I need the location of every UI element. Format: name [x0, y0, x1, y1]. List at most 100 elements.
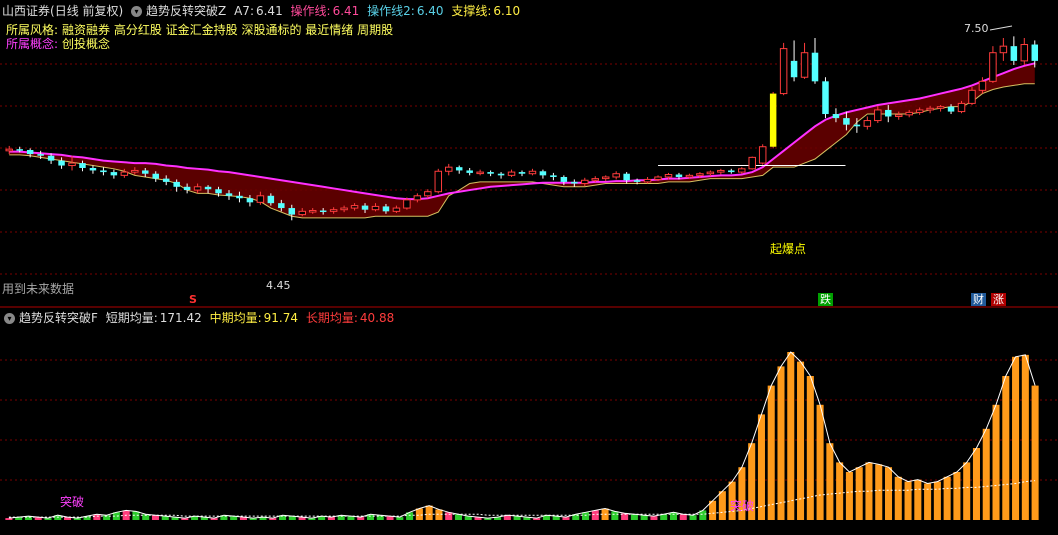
candle-body	[434, 170, 443, 193]
volume-bar	[415, 508, 423, 520]
candle-body	[110, 172, 118, 176]
candle-body	[16, 149, 23, 151]
candle-body	[507, 171, 516, 176]
volume-bar	[425, 505, 433, 520]
candle-body	[100, 170, 107, 173]
candle-body	[120, 171, 129, 176]
style-label: 所属风格:	[6, 23, 59, 37]
trend-cloud	[9, 63, 1035, 218]
candle-body	[591, 178, 599, 181]
candle-body	[361, 205, 369, 210]
candle-body	[790, 60, 798, 78]
sell-marker: S	[189, 293, 197, 306]
volume-bar	[875, 464, 883, 520]
candle-body	[79, 163, 86, 168]
volume-panel-header: ▾ 趋势反转突破F 短期均量: 171.42 中期均量: 91.74 长期均量: 40.…	[4, 311, 398, 325]
candle-body	[278, 203, 285, 209]
candle-body	[236, 195, 243, 199]
indicator-menu-icon[interactable]: ▾	[131, 6, 143, 17]
a7-label: A7:	[234, 4, 254, 18]
candle-body	[654, 176, 662, 180]
long-label: 长期均量:	[305, 311, 358, 325]
candle-body	[424, 191, 432, 197]
concept-line: 所属概念: 创投概念	[6, 37, 114, 51]
volume-indicator-menu-icon[interactable]: ▾	[4, 313, 15, 324]
volume-bar	[679, 514, 687, 520]
candle-body	[696, 173, 704, 176]
volume-bar	[718, 491, 726, 520]
candle-body	[350, 205, 359, 209]
candle-body	[822, 81, 829, 115]
candle-body	[68, 162, 76, 167]
volume-bar	[669, 512, 678, 520]
candle-body	[758, 146, 767, 164]
candle-body	[539, 171, 547, 176]
stock-chart-window: 山西证券(日线 前复权) ▾ 趋势反转突破Z A7: 6.41 操作线: 6.41 操…	[0, 0, 1058, 535]
volume-bar	[982, 428, 990, 520]
op2-value: 6.40	[416, 4, 444, 18]
candle-body	[497, 173, 505, 176]
candle-body	[256, 195, 265, 203]
candle-body	[173, 181, 180, 187]
candle-body	[340, 207, 348, 211]
future-data-note: 用到未来数据	[2, 282, 75, 296]
candle-body	[382, 206, 390, 212]
candle-body	[643, 178, 652, 183]
breakout-label-2: 突破	[730, 499, 755, 513]
candle-body	[550, 175, 557, 177]
op2-label: 操作线2:	[367, 4, 415, 18]
candle-body	[466, 170, 473, 173]
volume-bar	[1002, 376, 1010, 520]
support-value: 6.10	[493, 4, 521, 18]
volume-bar	[630, 514, 638, 520]
fall-marker: 跌	[818, 293, 833, 306]
candle-body	[685, 174, 694, 178]
mid-value: 91.74	[263, 311, 299, 325]
candle-body	[528, 170, 537, 175]
volume-bar	[953, 472, 961, 520]
op-value: 6.41	[332, 4, 360, 18]
candle-body	[455, 167, 463, 171]
candle-body	[204, 186, 212, 190]
volume-bar	[611, 511, 619, 520]
volume-bar	[963, 462, 971, 520]
volume-bar	[914, 479, 922, 520]
long-value: 40.88	[359, 311, 395, 325]
candle-body	[26, 150, 34, 155]
concept-items: 创投概念	[62, 37, 111, 51]
candle-body	[612, 173, 620, 178]
short-label: 短期均量:	[105, 311, 158, 325]
candle-body	[308, 210, 317, 213]
op-label: 操作线:	[290, 4, 331, 18]
candle-body	[717, 169, 725, 173]
volume-bar	[767, 385, 775, 520]
volume-bar	[1021, 354, 1029, 520]
volume-indicator-name[interactable]: 趋势反转突破F	[19, 311, 98, 325]
candle-body	[978, 80, 987, 91]
volume-bar	[5, 518, 13, 520]
indicator-name[interactable]: 趋势反转突破Z	[146, 4, 226, 18]
candle-body	[989, 52, 997, 82]
candle-body	[162, 178, 170, 182]
candle-body	[298, 210, 306, 216]
candle-body	[1010, 46, 1018, 61]
breakout-label-1: 突破	[60, 495, 85, 509]
candle-body	[843, 118, 850, 125]
candle-body	[779, 48, 788, 95]
candle-body	[581, 179, 589, 185]
candle-body	[5, 148, 13, 152]
candle-body	[936, 106, 945, 109]
volume-bar	[1031, 385, 1039, 520]
volume-bar	[894, 476, 902, 520]
candle-body	[957, 102, 966, 113]
volume-bar	[884, 467, 893, 520]
rise-marker: 涨	[991, 293, 1006, 306]
candle-body	[915, 109, 924, 113]
candle-body	[664, 174, 673, 178]
style-line: 所属风格: 融资融券 高分红股 证金汇金持股 深股通标的 最近情绪 周期股	[6, 23, 397, 37]
candle-body	[131, 169, 139, 173]
candle-body	[1020, 44, 1029, 62]
candle-body	[811, 52, 819, 82]
volume-bar	[904, 481, 912, 520]
chart-canvas	[0, 25, 1058, 520]
